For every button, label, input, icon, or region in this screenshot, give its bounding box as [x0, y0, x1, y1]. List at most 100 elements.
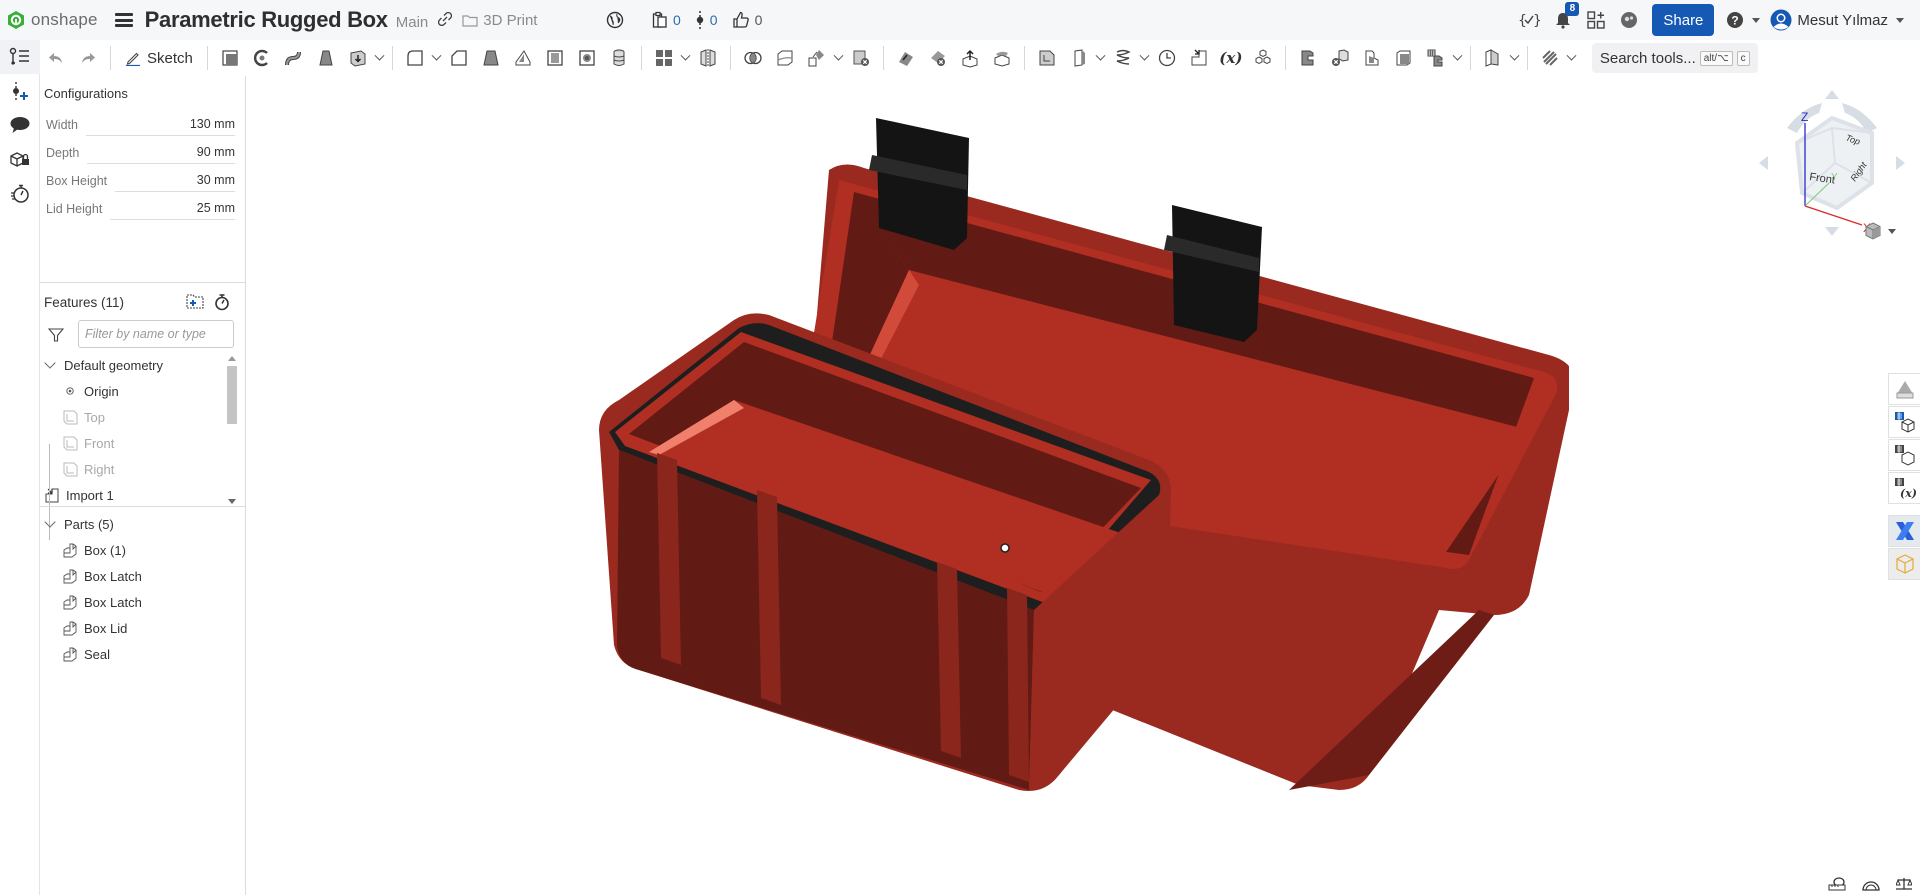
derived-icon[interactable]	[1183, 43, 1215, 73]
pattern-dropdown[interactable]	[680, 43, 692, 73]
history-clock-icon[interactable]	[1151, 43, 1183, 73]
onshape-logo[interactable]: onshape	[6, 10, 98, 30]
notifications-bell-icon[interactable]: 8	[1554, 2, 1580, 29]
add-folder-icon[interactable]	[186, 293, 204, 309]
rugged-box-model[interactable]	[589, 110, 1569, 850]
redo-button[interactable]	[72, 43, 104, 73]
undo-button[interactable]	[40, 43, 72, 73]
sweep-icon[interactable]	[278, 43, 310, 73]
variable-table-panel-icon[interactable]: (x)	[1888, 472, 1920, 504]
extrude-icon[interactable]	[214, 43, 246, 73]
scroll-down-arrow[interactable]	[228, 499, 236, 504]
replace-face-icon[interactable]	[986, 43, 1018, 73]
cylinder-stack-icon[interactable]	[603, 43, 635, 73]
comments-icon[interactable]	[0, 108, 40, 142]
view-options-button[interactable]	[1864, 222, 1896, 240]
3d-print-app-icon[interactable]	[1888, 548, 1920, 580]
draft-icon[interactable]	[475, 43, 507, 73]
mass-properties-icon[interactable]	[0, 142, 40, 176]
shell-icon[interactable]	[539, 43, 571, 73]
scroll-thumb[interactable]	[227, 366, 237, 424]
wrap-icon[interactable]	[1534, 43, 1566, 73]
tab-icon[interactable]	[1388, 43, 1420, 73]
copies-stat[interactable]: 0	[652, 11, 681, 29]
rollback-timer-icon[interactable]	[214, 293, 230, 311]
help-icon[interactable]: ?	[1726, 11, 1761, 29]
fillet-dropdown[interactable]	[431, 43, 443, 73]
transform-icon[interactable]	[801, 43, 833, 73]
feature-tree-scrollbar[interactable]	[226, 352, 238, 506]
configurations-panel-icon[interactable]	[1888, 406, 1920, 438]
config-row-width[interactable]: Width 130 mm	[40, 108, 245, 136]
variable-icon[interactable]: (x)	[1215, 43, 1247, 73]
helix-icon[interactable]	[1107, 43, 1139, 73]
config-row-depth[interactable]: Depth 90 mm	[40, 136, 245, 164]
default-geometry-group[interactable]: Default geometry	[40, 352, 246, 378]
appearance-panel-icon[interactable]	[1888, 373, 1920, 405]
assembly-cubes-icon[interactable]	[1247, 43, 1279, 73]
surface-dropdown[interactable]	[1509, 43, 1521, 73]
mass-scale-icon[interactable]	[1896, 877, 1912, 891]
link-icon[interactable]	[438, 11, 453, 29]
graphics-viewport[interactable]: Top Front Right Z Y X	[247, 76, 1920, 895]
filter-funnel-icon[interactable]	[48, 327, 64, 343]
fillet-icon[interactable]	[399, 43, 431, 73]
parts-group[interactable]: Parts (5)	[40, 511, 246, 537]
variable-studio-icon[interactable]: {}	[1518, 11, 1540, 29]
move-face-icon[interactable]	[954, 43, 986, 73]
config-value[interactable]: 90 mm	[87, 145, 235, 164]
remove-sheet-metal-icon[interactable]	[1324, 43, 1356, 73]
measure-tape-icon[interactable]	[1828, 877, 1846, 891]
mate-connector-dropdown[interactable]	[1095, 43, 1107, 73]
part-item[interactable]: Seal	[40, 641, 246, 667]
tree-item-front-plane[interactable]: Front	[40, 430, 246, 456]
split-icon[interactable]	[769, 43, 801, 73]
tree-item-top-plane[interactable]: Top	[40, 404, 246, 430]
main-menu-button[interactable]	[114, 13, 133, 27]
part-item[interactable]: Box (1)	[40, 537, 246, 563]
chevron-down-icon[interactable]	[44, 516, 56, 528]
loft-icon[interactable]	[310, 43, 342, 73]
config-value[interactable]: 25 mm	[110, 201, 235, 220]
feature-list-toggle-icon[interactable]	[0, 40, 40, 74]
part-item[interactable]: Box Latch	[40, 563, 246, 589]
chevron-down-icon[interactable]	[44, 357, 56, 369]
plane-icon[interactable]	[1031, 43, 1063, 73]
sheet-metal-dropdown[interactable]	[1452, 43, 1464, 73]
protractor-icon[interactable]	[1862, 877, 1880, 891]
feature-filter-input[interactable]	[78, 320, 234, 348]
likes-stat[interactable]: 0	[732, 11, 762, 29]
tree-item-right-plane[interactable]: Right	[40, 456, 246, 482]
user-menu[interactable]: Mesut Yılmaz	[1770, 9, 1904, 31]
helix-dropdown[interactable]	[1139, 43, 1151, 73]
hole-icon[interactable]	[571, 43, 603, 73]
custom-table-panel-icon[interactable]	[1888, 439, 1920, 471]
flange-icon[interactable]	[1356, 43, 1388, 73]
insert-mate-connector-icon[interactable]	[0, 74, 40, 108]
scroll-up-arrow[interactable]	[228, 356, 236, 361]
config-row-lid-height[interactable]: Lid Height 25 mm	[40, 192, 245, 220]
boolean-icon[interactable]	[737, 43, 769, 73]
performance-timer-icon[interactable]	[0, 176, 40, 210]
share-button[interactable]: Share	[1652, 4, 1715, 36]
surface-icon[interactable]	[1477, 43, 1509, 73]
part-item[interactable]: Box Lid	[40, 615, 246, 641]
transform-dropdown[interactable]	[833, 43, 845, 73]
wrap-dropdown[interactable]	[1566, 43, 1578, 73]
revolve-icon[interactable]	[246, 43, 278, 73]
rib-icon[interactable]	[507, 43, 539, 73]
sheet-metal-table-icon[interactable]	[1420, 43, 1452, 73]
delete-part-icon[interactable]	[845, 43, 877, 73]
view-cube[interactable]: Top Front Right Z Y X	[1757, 88, 1907, 238]
modify-fillet-icon[interactable]	[890, 43, 922, 73]
learning-center-icon[interactable]	[1620, 11, 1638, 29]
tree-item-origin[interactable]: Origin	[40, 378, 246, 404]
folder-breadcrumb[interactable]: 3D Print	[462, 12, 537, 29]
part-item[interactable]: Box Latch	[40, 589, 246, 615]
linear-pattern-icon[interactable]	[648, 43, 680, 73]
box-latch-part[interactable]	[1164, 205, 1262, 342]
help-dropdown-caret[interactable]	[1752, 17, 1761, 23]
search-tools-input[interactable]: Search tools... alt/⌥ c	[1591, 43, 1758, 73]
config-value[interactable]: 30 mm	[115, 173, 235, 192]
document-title[interactable]: Parametric Rugged Box	[145, 7, 388, 33]
